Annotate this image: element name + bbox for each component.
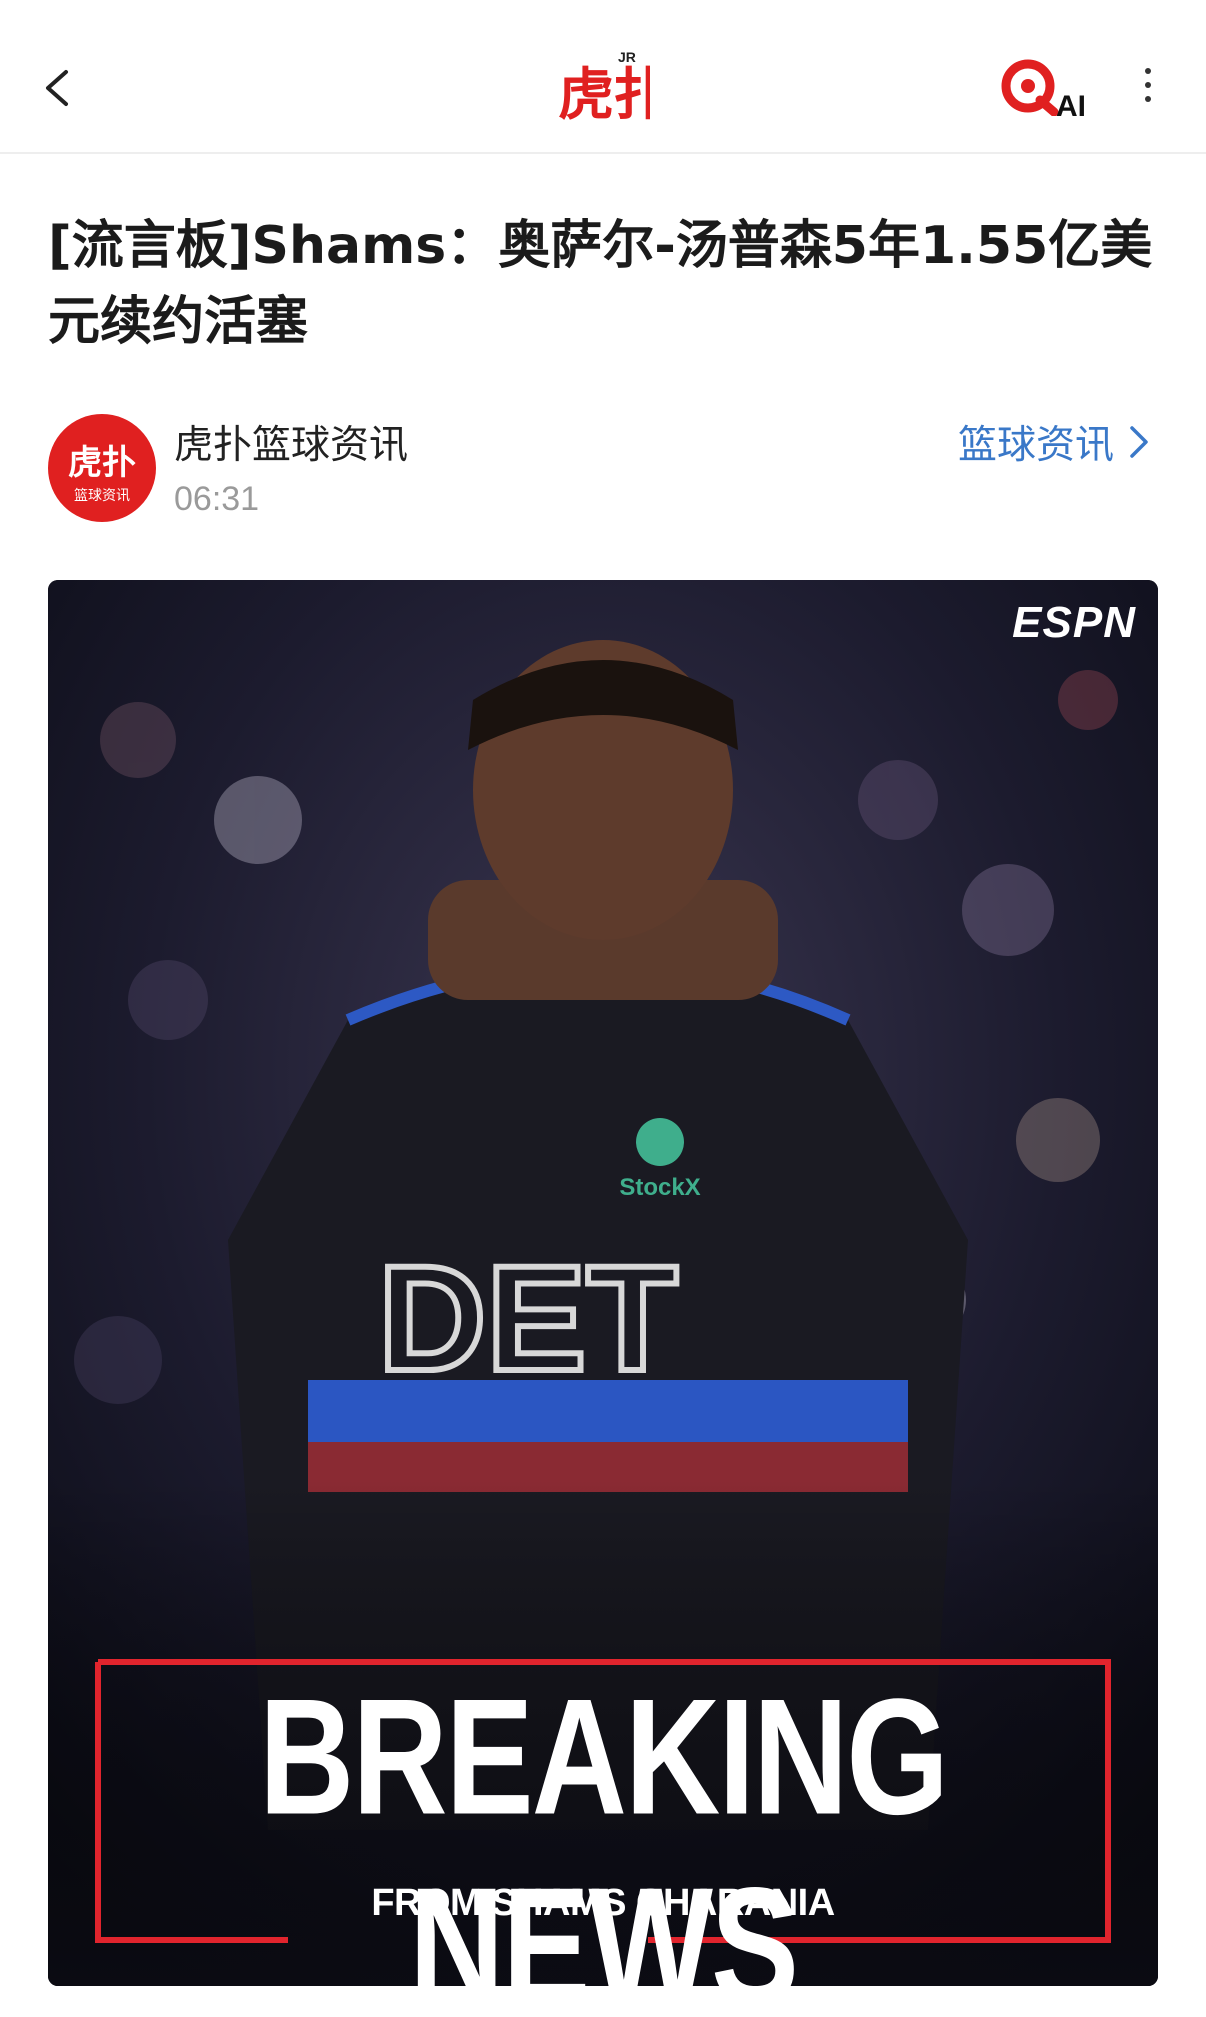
top-navigation-bar: 虎扑 JR AI (0, 0, 1206, 154)
ai-label: AI (1056, 90, 1086, 123)
breaking-news-source: FROM SHAMS CHARANIA (371, 1882, 835, 1924)
ai-assistant-icon (1001, 59, 1059, 117)
category-link[interactable]: 篮球资讯 (958, 414, 1150, 470)
hupu-logo: 虎扑 JR (556, 46, 670, 128)
category-link-label: 篮球资讯 (957, 423, 1114, 468)
article-title: [流言板]Shams：奥萨尔-汤普森5年1.55亿美元续约活塞 (48, 216, 1153, 352)
avatar-logo-text: 虎扑 (68, 443, 136, 483)
chevron-left-icon (46, 70, 68, 106)
chevron-right-icon (1130, 426, 1148, 458)
jersey-sponsor: StockX (619, 1174, 700, 1201)
author-avatar[interactable]: 虎扑 篮球资讯 (48, 414, 156, 522)
author-name[interactable]: 虎扑篮球资讯 (174, 414, 408, 470)
back-button[interactable] (36, 58, 80, 118)
logo-badge: JR (618, 49, 636, 65)
article-hero-image[interactable]: DET StockX ESPN BREAKING NEWS FROM SHAMS… (48, 580, 1158, 1986)
avatar-caption: 篮球资讯 (74, 488, 130, 504)
more-vertical-icon (1134, 68, 1162, 102)
breaking-news-headline: BREAKING NEWS (258, 1664, 949, 1986)
more-menu-button[interactable] (1134, 64, 1162, 112)
jersey-text: DET (378, 1234, 678, 1402)
espn-logo: ESPN (1012, 598, 1136, 647)
post-time: 06:31 (174, 480, 260, 518)
logo-text: 虎扑 (558, 63, 650, 126)
